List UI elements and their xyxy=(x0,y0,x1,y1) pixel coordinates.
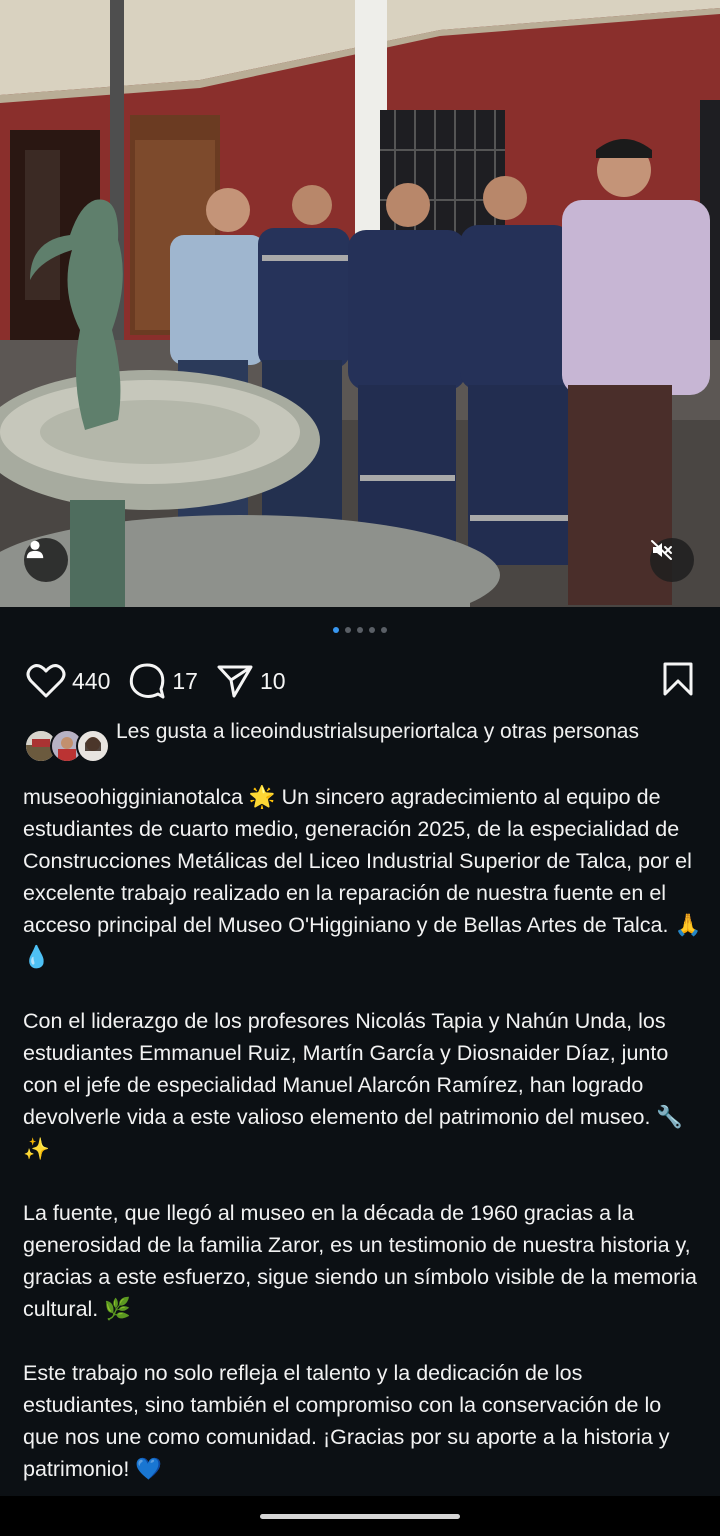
speaker-muted-icon xyxy=(651,540,672,560)
comment-button[interactable]: 17 xyxy=(128,662,198,700)
post-photo[interactable] xyxy=(0,0,720,607)
caption-paragraph: museoohigginianotalca 🌟 Un sincero agrad… xyxy=(23,781,703,973)
carousel-dot-active xyxy=(333,627,339,633)
save-button[interactable] xyxy=(662,661,694,702)
mute-button[interactable] xyxy=(650,538,694,582)
system-navigation-bar xyxy=(0,1496,720,1536)
carousel-dot xyxy=(381,627,387,633)
share-button[interactable]: 10 xyxy=(216,663,286,699)
bookmark-icon xyxy=(663,662,693,695)
caption-paragraph: Este trabajo no solo refleja el talento … xyxy=(23,1361,670,1481)
carousel-dot xyxy=(357,627,363,633)
caption-paragraph: Con el liderazgo de los profesores Nicol… xyxy=(23,1009,684,1161)
comment-icon xyxy=(130,663,165,699)
carousel-indicator xyxy=(0,627,720,633)
person-icon xyxy=(26,540,44,559)
carousel-dot xyxy=(369,627,375,633)
post-caption: museoohigginianotalca 🌟 Un sincero agrad… xyxy=(23,781,703,1517)
liked-by-avatars xyxy=(24,729,110,763)
liked-by-row[interactable]: Les gusta a liceoindustrialsuperiortalca… xyxy=(24,717,704,763)
avatar xyxy=(76,729,110,763)
tagged-people-button[interactable] xyxy=(24,538,68,582)
share-count: 10 xyxy=(259,667,286,694)
like-count: 440 xyxy=(72,667,111,694)
caption-text: 🌟 Un sincero agradecimiento al equipo de… xyxy=(23,785,702,969)
liked-by-text: Les gusta a liceoindustrialsuperiortalca… xyxy=(116,720,639,743)
paper-plane-icon xyxy=(217,665,253,698)
post-action-bar: 440 17 10 xyxy=(26,658,694,704)
comment-count: 17 xyxy=(172,667,198,694)
caption-username[interactable]: museoohigginianotalca xyxy=(23,785,243,809)
carousel-dot xyxy=(345,627,351,633)
heart-icon xyxy=(26,664,66,698)
like-button[interactable]: 440 xyxy=(26,663,110,699)
home-indicator[interactable] xyxy=(260,1514,460,1519)
post-photo-illustration xyxy=(0,0,720,607)
caption-paragraph: La fuente, que llegó al museo en la déca… xyxy=(23,1201,698,1321)
